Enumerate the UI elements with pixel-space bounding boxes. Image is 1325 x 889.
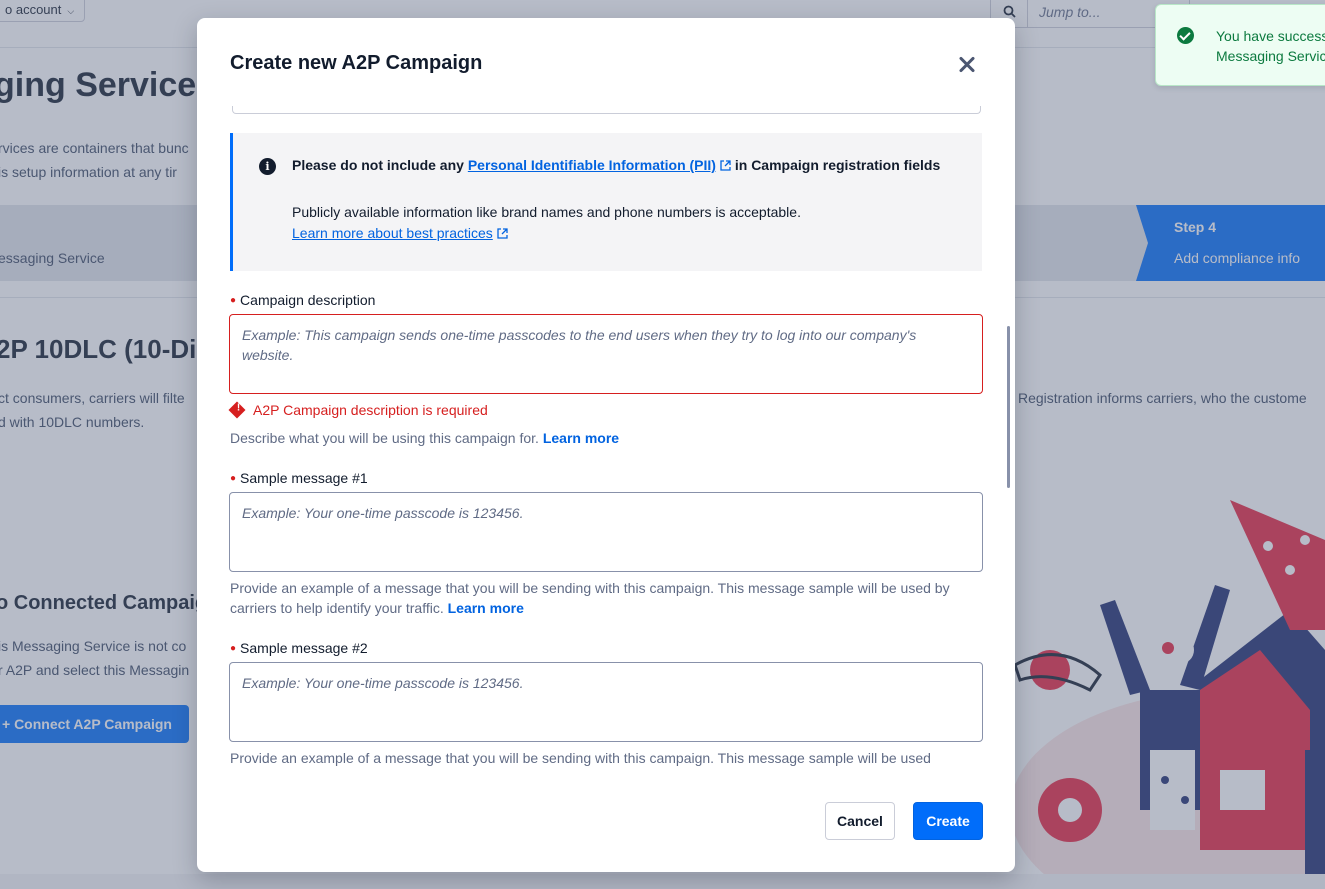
best-practices-link[interactable]: Learn more about best practices [292, 225, 508, 241]
modal-scrollbar[interactable] [1007, 326, 1010, 488]
callout-title-suffix: in Campaign registration fields [730, 157, 941, 173]
campaign-description-help: Describe what you will be using this cam… [230, 428, 982, 448]
sample-message-1-label-text: Sample message #1 [240, 470, 368, 486]
callout-title-prefix: Please do not include any [292, 157, 468, 173]
pii-callout: i Please do not include any Personal Ide… [230, 133, 982, 271]
modal-footer: Cancel Create [197, 798, 1015, 842]
sample-message-2-field[interactable] [229, 662, 983, 742]
sample-message-1-help-text: Provide an example of a message that you… [230, 580, 950, 616]
sample-message-2-help: Provide an example of a message that you… [230, 750, 931, 766]
close-icon[interactable] [955, 53, 979, 77]
toast-line-1: You have success [1216, 28, 1325, 44]
required-indicator: ● [230, 643, 237, 654]
required-indicator: ● [230, 295, 237, 306]
toast-line-2: Messaging Servic [1216, 48, 1325, 64]
campaign-description-learn-more[interactable]: Learn more [543, 430, 619, 446]
cancel-button[interactable]: Cancel [825, 802, 895, 840]
callout-title: Please do not include any Personal Ident… [292, 155, 952, 176]
error-icon [228, 401, 246, 419]
campaign-description-label: ● Campaign description [230, 292, 375, 308]
sample-message-1-learn-more[interactable]: Learn more [448, 600, 524, 616]
campaign-description-error-text: A2P Campaign description is required [253, 402, 488, 418]
sample-message-1-help: Provide an example of a message that you… [230, 578, 982, 618]
external-link-icon [720, 160, 731, 171]
previous-field-edge [232, 106, 981, 114]
sample-message-1-label: ● Sample message #1 [230, 470, 368, 486]
info-icon: i [259, 158, 276, 175]
sample-message-1-field[interactable] [229, 492, 983, 572]
campaign-description-error: A2P Campaign description is required [228, 401, 488, 419]
callout-text: Publicly available information like bran… [292, 204, 801, 220]
toast-message: You have success Messaging Servic [1216, 26, 1325, 66]
campaign-description-label-text: Campaign description [240, 292, 376, 308]
campaign-description-field[interactable] [229, 314, 983, 394]
success-toast: You have success Messaging Servic [1155, 4, 1325, 86]
sample-message-2-label: ● Sample message #2 [230, 640, 368, 656]
create-campaign-modal: Create new A2P Campaign i Please do not … [197, 18, 1015, 872]
modal-title: Create new A2P Campaign [230, 52, 483, 74]
sample-message-2-label-text: Sample message #2 [240, 640, 368, 656]
best-practices-link-label: Learn more about best practices [292, 225, 493, 241]
create-button[interactable]: Create [913, 802, 983, 840]
external-link-icon [497, 228, 508, 239]
campaign-description-help-text: Describe what you will be using this cam… [230, 430, 539, 446]
check-circle-icon [1177, 27, 1194, 44]
required-indicator: ● [230, 473, 237, 484]
modal-body[interactable]: i Please do not include any Personal Ide… [197, 106, 1015, 766]
pii-link[interactable]: Personal Identifiable Information (PII) [468, 157, 716, 173]
